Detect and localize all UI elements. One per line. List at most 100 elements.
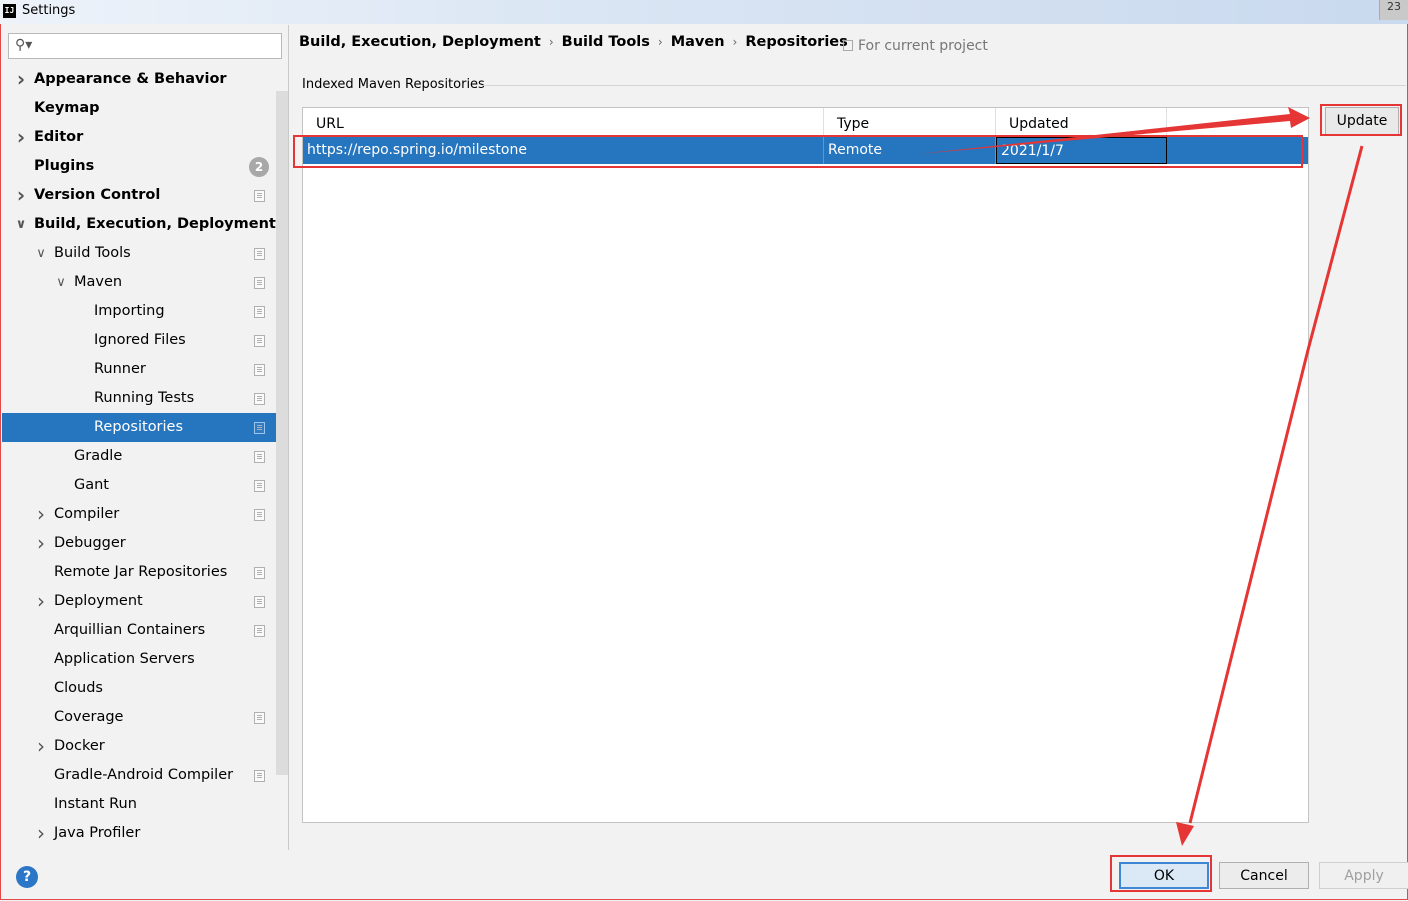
sidebar-item-gradle-android-compiler[interactable]: Gradle-Android Compiler xyxy=(2,761,288,790)
sidebar-item-maven[interactable]: ∨ Maven xyxy=(2,268,288,297)
sidebar-item-java-profiler[interactable]: › Java Profiler xyxy=(2,819,288,848)
window-close-button[interactable]: 23 xyxy=(1379,0,1408,20)
sidebar-item-label: Gradle-Android Compiler xyxy=(54,767,234,783)
sidebar-item-label: Debugger xyxy=(54,535,126,551)
project-scope-icon xyxy=(254,393,265,405)
sidebar-item-label: Runner xyxy=(94,361,146,377)
column-header-url[interactable]: URL xyxy=(303,108,824,136)
sidebar-item-label: Java Profiler xyxy=(54,825,141,841)
chevron-down-icon[interactable]: ∨ xyxy=(15,210,27,239)
chevron-right-icon[interactable]: › xyxy=(35,732,47,761)
breadcrumb-separator: › xyxy=(548,35,554,49)
chevron-right-icon[interactable]: › xyxy=(15,65,27,94)
sidebar-item-remote-jar-repositories[interactable]: Remote Jar Repositories xyxy=(2,558,288,587)
plugins-update-badge: 2 xyxy=(249,157,269,177)
breadcrumb-item: Build, Execution, Deployment xyxy=(299,34,541,50)
project-scope-icon xyxy=(254,190,265,202)
sidebar-item-running-tests[interactable]: Running Tests xyxy=(2,384,288,413)
breadcrumb: Build, Execution, Deployment › Build Tools… xyxy=(299,34,848,50)
sidebar-item-label: Editor xyxy=(34,129,84,145)
sidebar-item-label: Application Servers xyxy=(54,651,195,667)
sidebar-item-keymap[interactable]: Keymap xyxy=(2,94,288,123)
project-scope-icon xyxy=(254,306,265,318)
sidebar-scrollbar[interactable] xyxy=(276,91,288,775)
sidebar-item-arquillian-containers[interactable]: Arquillian Containers xyxy=(2,616,288,645)
project-scope-icon xyxy=(254,770,265,782)
breadcrumb-separator: › xyxy=(657,35,663,49)
sidebar-item-label: Appearance & Behavior xyxy=(34,71,227,87)
help-button[interactable]: ? xyxy=(16,866,38,888)
project-scope-icon xyxy=(254,509,265,521)
sidebar-item-label: Instant Run xyxy=(54,796,137,812)
chevron-down-icon[interactable]: ∨ xyxy=(55,268,67,297)
sidebar-item-repositories[interactable]: Repositories xyxy=(2,413,288,442)
sidebar-item-importing[interactable]: Importing xyxy=(2,297,288,326)
sidebar-item-label: Remote Jar Repositories xyxy=(54,564,228,580)
column-header-updated[interactable]: Updated xyxy=(996,108,1167,136)
sidebar-item-label: Keymap xyxy=(34,100,100,116)
sidebar-item-gradle[interactable]: Gradle xyxy=(2,442,288,471)
sidebar-item-label: Ignored Files xyxy=(94,332,186,348)
sidebar-item-label: Docker xyxy=(54,738,105,754)
sidebar-item-label: Compiler xyxy=(54,506,120,522)
project-scope-icon xyxy=(254,712,265,724)
annotation-ok-box xyxy=(1110,855,1212,892)
sidebar-item-label: Gant xyxy=(74,477,109,493)
scope-label: For current project xyxy=(858,38,988,54)
sidebar-item-label: Repositories xyxy=(94,419,184,435)
breadcrumb-item: Build Tools xyxy=(561,34,650,50)
chevron-right-icon[interactable]: › xyxy=(15,123,27,152)
project-scope-icon xyxy=(254,596,265,608)
sidebar-item-coverage[interactable]: Coverage xyxy=(2,703,288,732)
settings-search-input[interactable] xyxy=(39,36,279,58)
annotation-update-box xyxy=(1320,104,1402,136)
chevron-right-icon[interactable]: › xyxy=(35,587,47,616)
title-bar: IJ Settings 23 xyxy=(0,0,1408,24)
scope-indicator: For current project xyxy=(843,38,988,54)
sidebar-item-plugins[interactable]: Plugins 2 xyxy=(2,152,288,181)
sidebar-item-appearance-behavior[interactable]: › Appearance & Behavior xyxy=(2,65,288,94)
sidebar-item-label: Deployment xyxy=(54,593,143,609)
apply-button[interactable]: Apply xyxy=(1319,862,1408,889)
settings-sidebar: ⚲▾ › Appearance & Behavior Keymap › Editor Pl… xyxy=(2,25,288,850)
section-divider xyxy=(482,85,1406,86)
project-scope-icon xyxy=(254,480,265,492)
project-scope-icon xyxy=(843,40,853,51)
project-scope-icon xyxy=(254,567,265,579)
sidebar-item-gant[interactable]: Gant xyxy=(2,471,288,500)
sidebar-item-build-tools[interactable]: ∨ Build Tools xyxy=(2,239,288,268)
section-title: Indexed Maven Repositories xyxy=(302,77,485,92)
column-header-type[interactable]: Type xyxy=(824,108,996,136)
project-scope-icon xyxy=(254,422,265,434)
chevron-right-icon[interactable]: › xyxy=(35,529,47,558)
cancel-button[interactable]: Cancel xyxy=(1219,862,1309,889)
sidebar-item-label: Arquillian Containers xyxy=(54,622,206,638)
sidebar-item-label: Gradle xyxy=(74,448,123,464)
sidebar-item-ignored-files[interactable]: Ignored Files xyxy=(2,326,288,355)
search-box[interactable]: ⚲▾ xyxy=(8,33,282,59)
sidebar-item-debugger[interactable]: › Debugger xyxy=(2,529,288,558)
sidebar-item-compiler[interactable]: › Compiler xyxy=(2,500,288,529)
project-scope-icon xyxy=(254,335,265,347)
sidebar-item-label: Build Tools xyxy=(54,245,131,261)
repositories-table: URL Type Updated https://repo.spring.io/… xyxy=(302,107,1309,823)
sidebar-item-docker[interactable]: › Docker xyxy=(2,732,288,761)
sidebar-item-editor[interactable]: › Editor xyxy=(2,123,288,152)
sidebar-item-application-servers[interactable]: Application Servers xyxy=(2,645,288,674)
chevron-right-icon[interactable]: › xyxy=(35,500,47,529)
sidebar-item-label: Clouds xyxy=(54,680,103,696)
sidebar-item-label: Plugins xyxy=(34,158,95,174)
panel-divider[interactable] xyxy=(288,25,289,850)
window-title: Settings xyxy=(22,3,76,18)
project-scope-icon xyxy=(254,248,265,260)
sidebar-item-runner[interactable]: Runner xyxy=(2,355,288,384)
sidebar-item-build-execution-deployment[interactable]: ∨ Build, Execution, Deployment xyxy=(2,210,288,239)
breadcrumb-item: Maven xyxy=(670,34,725,50)
sidebar-item-version-control[interactable]: › Version Control xyxy=(2,181,288,210)
chevron-down-icon[interactable]: ∨ xyxy=(35,239,47,268)
sidebar-item-clouds[interactable]: Clouds xyxy=(2,674,288,703)
chevron-right-icon[interactable]: › xyxy=(15,181,27,210)
sidebar-item-instant-run[interactable]: Instant Run xyxy=(2,790,288,819)
chevron-right-icon[interactable]: › xyxy=(35,819,47,848)
sidebar-item-deployment[interactable]: › Deployment xyxy=(2,587,288,616)
